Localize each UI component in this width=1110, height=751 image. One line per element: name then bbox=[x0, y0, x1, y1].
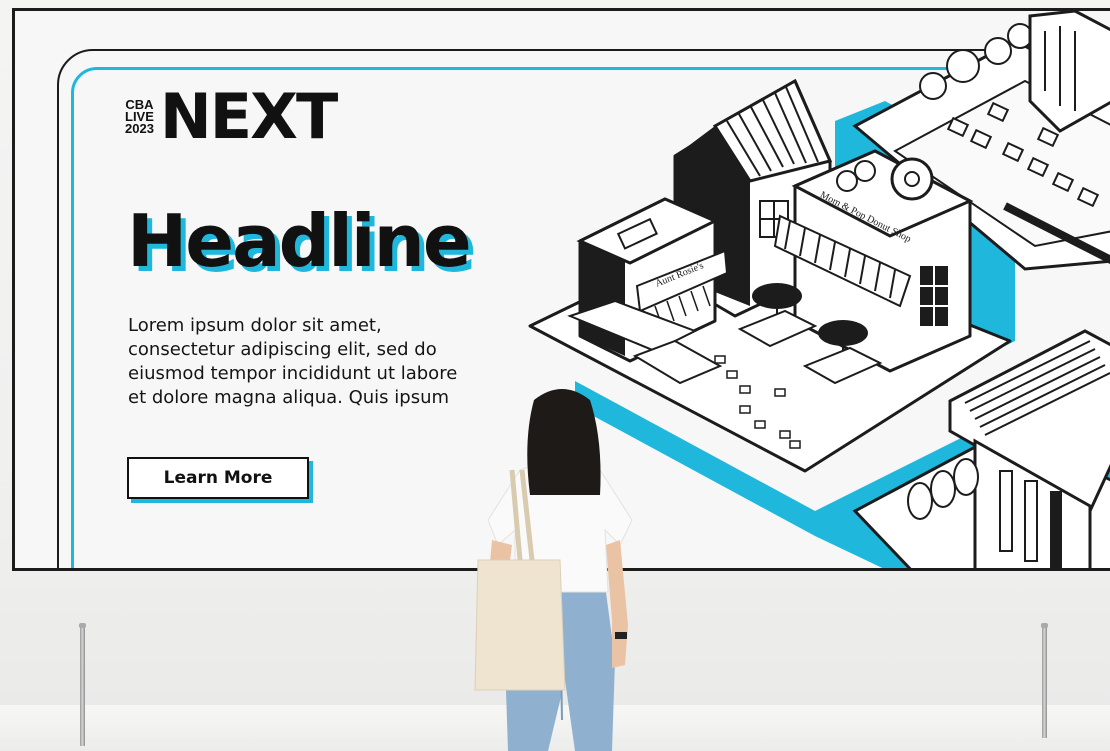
visitor-person bbox=[474, 389, 633, 751]
